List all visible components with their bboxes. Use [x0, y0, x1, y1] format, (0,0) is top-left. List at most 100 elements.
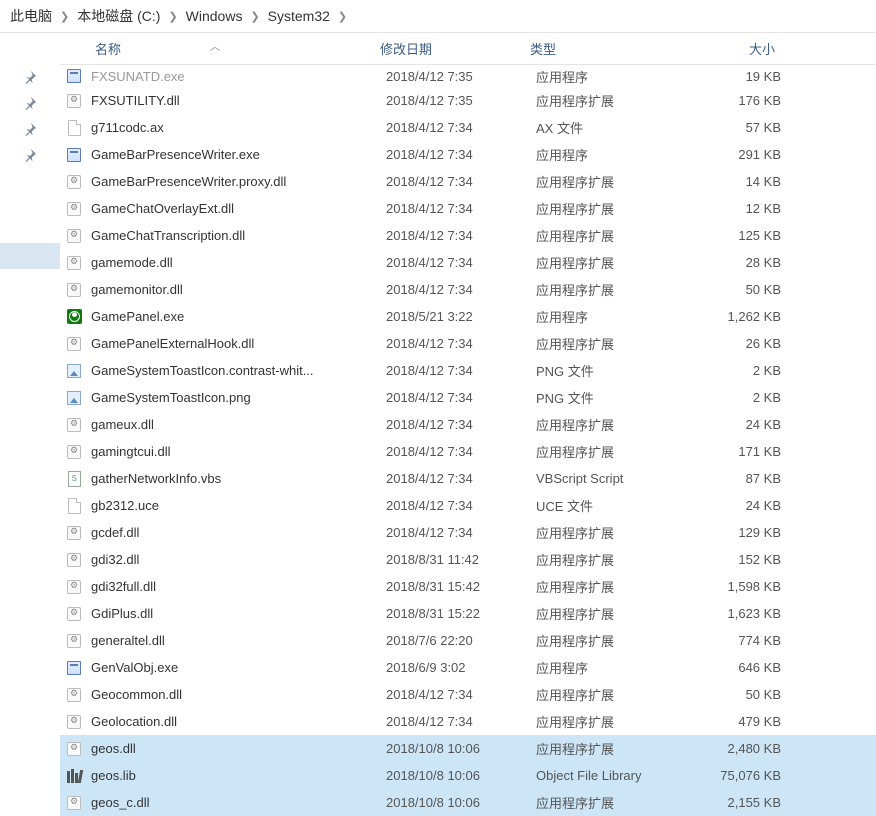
file-name: Geolocation.dll: [91, 714, 386, 729]
breadcrumb-item[interactable]: System32: [268, 8, 330, 24]
column-name-label: 名称: [95, 42, 121, 57]
file-row[interactable]: gameux.dll2018/4/12 7:34应用程序扩展24 KB: [60, 411, 876, 438]
file-size: 291 KB: [686, 147, 806, 162]
file-row[interactable]: FXSUTILITY.dll2018/4/12 7:35应用程序扩展176 KB: [60, 87, 876, 114]
file-row[interactable]: Geolocation.dll2018/4/12 7:34应用程序扩展479 K…: [60, 708, 876, 735]
breadcrumb[interactable]: 此电脑❯本地磁盘 (C:)❯Windows❯System32❯: [0, 0, 876, 33]
gear-icon: [65, 551, 83, 569]
file-size: 2 KB: [686, 363, 806, 378]
file-type: 应用程序扩展: [536, 523, 686, 542]
file-row[interactable]: Geocommon.dll2018/4/12 7:34应用程序扩展50 KB: [60, 681, 876, 708]
file-type: AX 文件: [536, 118, 686, 137]
column-header-type[interactable]: 类型: [530, 39, 680, 58]
file-size: 479 KB: [686, 714, 806, 729]
pin-icon[interactable]: [22, 69, 38, 85]
pin-icon[interactable]: [22, 95, 38, 111]
file-row[interactable]: gcdef.dll2018/4/12 7:34应用程序扩展129 KB: [60, 519, 876, 546]
file-name: gamemonitor.dll: [91, 282, 386, 297]
file-size: 152 KB: [686, 552, 806, 567]
file-row[interactable]: GameSystemToastIcon.png2018/4/12 7:34PNG…: [60, 384, 876, 411]
file-date: 2018/10/8 10:06: [386, 795, 536, 810]
file-type: 应用程序扩展: [536, 685, 686, 704]
nav-selection[interactable]: [0, 243, 60, 269]
file-size: 19 KB: [686, 69, 806, 84]
gear-icon: [65, 254, 83, 272]
file-rows: FXSUNATD.exe 2018/4/12 7:35 应用程序 19 KB F…: [60, 65, 876, 816]
file-date: 2018/4/12 7:34: [386, 525, 536, 540]
file-row[interactable]: generaltel.dll2018/7/6 22:20应用程序扩展774 KB: [60, 627, 876, 654]
column-headers: 名称 ︿ 修改日期 类型 大小: [60, 33, 876, 65]
file-row[interactable]: geos.dll2018/10/8 10:06应用程序扩展2,480 KB: [60, 735, 876, 762]
file-type: 应用程序扩展: [536, 793, 686, 812]
file-row[interactable]: GameChatOverlayExt.dll2018/4/12 7:34应用程序…: [60, 195, 876, 222]
file-row[interactable]: gdi32.dll2018/8/31 11:42应用程序扩展152 KB: [60, 546, 876, 573]
file-date: 2018/4/12 7:34: [386, 255, 536, 270]
file-row[interactable]: gamemonitor.dll2018/4/12 7:34应用程序扩展50 KB: [60, 276, 876, 303]
file-name: geos_c.dll: [91, 795, 386, 810]
file-row[interactable]: geos.lib2018/10/8 10:06Object File Libra…: [60, 762, 876, 789]
file-row[interactable]: GameBarPresenceWriter.proxy.dll2018/4/12…: [60, 168, 876, 195]
file-size: 75,076 KB: [686, 768, 806, 783]
file-name: gcdef.dll: [91, 525, 386, 540]
file-type: 应用程序扩展: [536, 91, 686, 110]
file-row[interactable]: GamePanel.exe2018/5/21 3:22应用程序1,262 KB: [60, 303, 876, 330]
file-row[interactable]: GameBarPresenceWriter.exe2018/4/12 7:34应…: [60, 141, 876, 168]
gear-icon: [65, 200, 83, 218]
file-row[interactable]: gdi32full.dll2018/8/31 15:42应用程序扩展1,598 …: [60, 573, 876, 600]
file-date: 2018/4/12 7:34: [386, 228, 536, 243]
file-type: 应用程序: [536, 658, 686, 677]
file-row[interactable]: g711codc.ax2018/4/12 7:34AX 文件57 KB: [60, 114, 876, 141]
png-icon: [65, 389, 83, 407]
file-type: 应用程序扩展: [536, 604, 686, 623]
chevron-right-icon: ❯: [168, 10, 177, 23]
gear-icon: [65, 740, 83, 758]
file-row[interactable]: GdiPlus.dll2018/8/31 15:22应用程序扩展1,623 KB: [60, 600, 876, 627]
file-size: 26 KB: [686, 336, 806, 351]
gear-icon: [65, 416, 83, 434]
file-name: GameSystemToastIcon.contrast-whit...: [91, 363, 386, 378]
file-type: 应用程序: [536, 67, 686, 86]
pin-icon[interactable]: [22, 121, 38, 137]
file-name: geos.dll: [91, 741, 386, 756]
file-type: 应用程序: [536, 307, 686, 326]
column-header-size[interactable]: 大小: [680, 39, 800, 58]
file-date: 2018/4/12 7:34: [386, 471, 536, 486]
file-row[interactable]: geos_c.dll2018/10/8 10:06应用程序扩展2,155 KB: [60, 789, 876, 816]
breadcrumb-item[interactable]: 本地磁盘 (C:): [77, 6, 160, 26]
file-row[interactable]: FXSUNATD.exe 2018/4/12 7:35 应用程序 19 KB: [60, 65, 876, 87]
gear-icon: [65, 713, 83, 731]
file-size: 171 KB: [686, 444, 806, 459]
file-type: PNG 文件: [536, 388, 686, 407]
file-type: 应用程序扩展: [536, 577, 686, 596]
file-row[interactable]: GamePanelExternalHook.dll2018/4/12 7:34应…: [60, 330, 876, 357]
file-row[interactable]: gamemode.dll2018/4/12 7:34应用程序扩展28 KB: [60, 249, 876, 276]
file-type: 应用程序扩展: [536, 712, 686, 731]
file-type: 应用程序扩展: [536, 226, 686, 245]
file-row[interactable]: GameChatTranscription.dll2018/4/12 7:34应…: [60, 222, 876, 249]
file-row[interactable]: gatherNetworkInfo.vbs2018/4/12 7:34VBScr…: [60, 465, 876, 492]
file-name: GamePanelExternalHook.dll: [91, 336, 386, 351]
file-row[interactable]: gamingtcui.dll2018/4/12 7:34应用程序扩展171 KB: [60, 438, 876, 465]
file-name: Geocommon.dll: [91, 687, 386, 702]
gear-icon: [65, 632, 83, 650]
file-date: 2018/4/12 7:34: [386, 336, 536, 351]
file-row[interactable]: gb2312.uce2018/4/12 7:34UCE 文件24 KB: [60, 492, 876, 519]
file-size: 774 KB: [686, 633, 806, 648]
pin-icon[interactable]: [22, 147, 38, 163]
file-type: 应用程序扩展: [536, 280, 686, 299]
file-row[interactable]: GenValObj.exe2018/6/9 3:02应用程序646 KB: [60, 654, 876, 681]
column-header-name[interactable]: 名称 ︿: [60, 39, 380, 58]
file-size: 2 KB: [686, 390, 806, 405]
file-name: GenValObj.exe: [91, 660, 386, 675]
breadcrumb-item[interactable]: Windows: [186, 8, 243, 24]
file-name: gb2312.uce: [91, 498, 386, 513]
file-size: 2,155 KB: [686, 795, 806, 810]
column-header-date[interactable]: 修改日期: [380, 39, 530, 58]
file-row[interactable]: GameSystemToastIcon.contrast-whit...2018…: [60, 357, 876, 384]
file-type: Object File Library: [536, 768, 686, 783]
file-size: 176 KB: [686, 93, 806, 108]
file-date: 2018/4/12 7:34: [386, 444, 536, 459]
file-size: 50 KB: [686, 687, 806, 702]
breadcrumb-item[interactable]: 此电脑: [10, 6, 52, 26]
file-size: 1,623 KB: [686, 606, 806, 621]
